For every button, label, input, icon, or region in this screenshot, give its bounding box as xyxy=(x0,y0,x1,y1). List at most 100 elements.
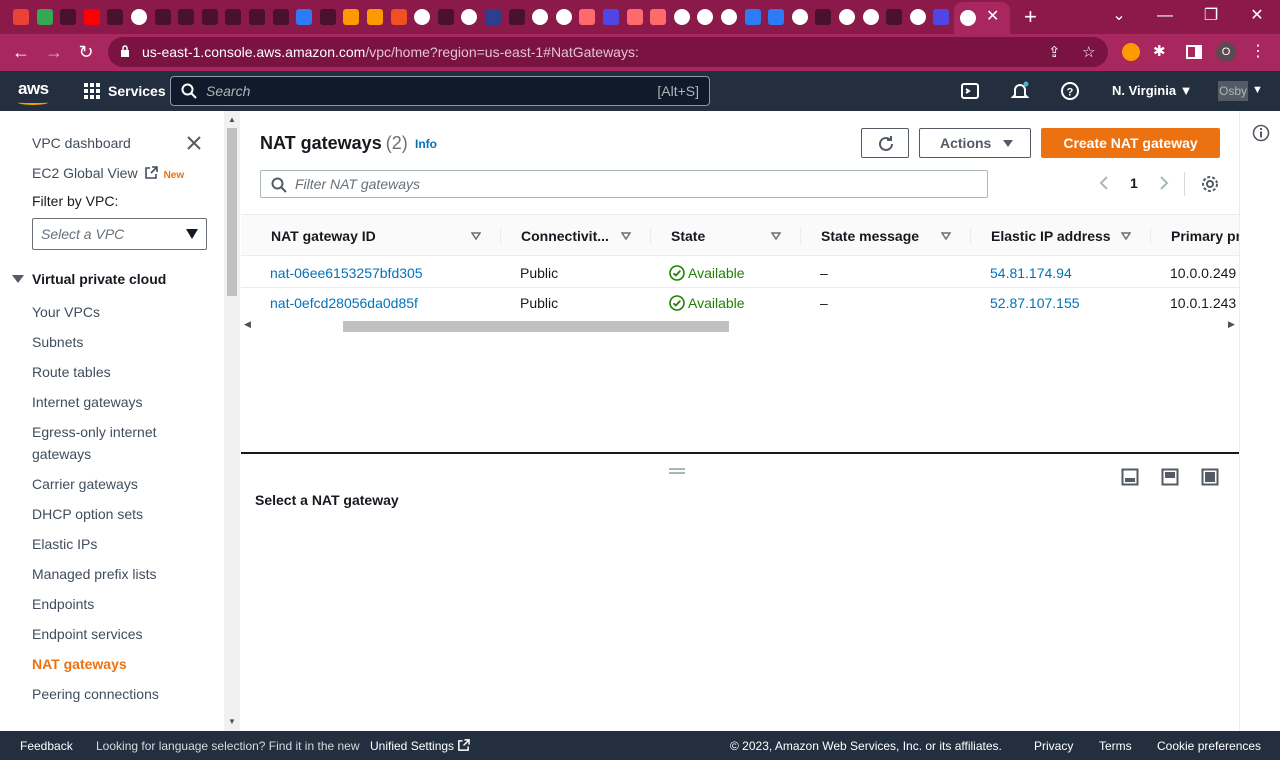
tab-favicon-icon[interactable] xyxy=(674,9,690,25)
scroll-up-icon[interactable]: ▲ xyxy=(228,115,236,124)
sort-caret-icon[interactable] xyxy=(1121,232,1131,240)
split-side-icon[interactable] xyxy=(1161,468,1179,486)
tab-favicon-icon[interactable] xyxy=(485,9,501,25)
sidebar-item-subnets[interactable]: Subnets xyxy=(32,331,83,353)
tab-favicon-icon[interactable] xyxy=(745,9,761,25)
section-virtual-private-cloud[interactable]: Virtual private cloud xyxy=(12,271,166,287)
tab-favicon-icon[interactable] xyxy=(603,9,619,25)
nat-gateway-id-link[interactable]: nat-0efcd28056da0d85f xyxy=(270,295,418,311)
tab-favicon-icon[interactable] xyxy=(13,9,29,25)
tab-favicon-icon[interactable] xyxy=(768,9,784,25)
sidebar-item-nat-gateways[interactable]: NAT gateways xyxy=(32,653,127,675)
extensions-puzzle-icon[interactable]: ✱ xyxy=(1153,42,1166,60)
split-bottom-icon[interactable] xyxy=(1121,468,1139,486)
window-close-icon[interactable]: ✕ xyxy=(1245,5,1269,27)
scroll-down-icon[interactable]: ▼ xyxy=(228,717,236,726)
back-icon[interactable]: ← xyxy=(10,41,32,63)
tab-favicon-icon[interactable] xyxy=(60,9,76,25)
sidebar-item-your-vpcs[interactable]: Your VPCs xyxy=(32,301,100,323)
tab-favicon-icon[interactable] xyxy=(815,9,831,25)
column-divider[interactable] xyxy=(1150,227,1151,245)
bookmark-star-icon[interactable]: ☆ xyxy=(1082,43,1095,61)
tab-favicon-icon[interactable] xyxy=(343,9,359,25)
tab-favicon-icon[interactable] xyxy=(579,9,595,25)
sort-caret-icon[interactable] xyxy=(941,232,951,240)
filter-input[interactable]: Filter NAT gateways xyxy=(260,170,988,198)
sidebar-item-ec2-global-view[interactable]: EC2 Global View New xyxy=(32,162,184,187)
tab-favicon-icon[interactable] xyxy=(438,9,454,25)
tab-favicon-icon[interactable] xyxy=(391,9,407,25)
tab-favicon-icon[interactable] xyxy=(627,9,643,25)
refresh-button[interactable] xyxy=(861,128,909,158)
split-panel-resize-handle[interactable] xyxy=(669,468,685,474)
tab-close-icon[interactable]: ✕ xyxy=(986,7,999,27)
column-header-state[interactable]: State xyxy=(671,228,705,244)
chevron-right-icon[interactable] xyxy=(1157,175,1171,191)
search-input[interactable]: Search [Alt+S] xyxy=(170,76,710,106)
tab-favicon-icon[interactable] xyxy=(863,9,879,25)
notifications-bell-icon[interactable] xyxy=(1010,81,1030,101)
terms-link[interactable]: Terms xyxy=(1099,739,1132,753)
tab-favicon-icon[interactable] xyxy=(414,9,430,25)
sidebar-item-endpoints[interactable]: Endpoints xyxy=(32,593,94,615)
cloudshell-icon[interactable] xyxy=(960,81,980,101)
close-icon[interactable] xyxy=(186,135,202,151)
chevron-left-icon[interactable] xyxy=(1097,175,1111,191)
sidebar-scroll-thumb[interactable] xyxy=(227,128,237,296)
tab-favicon-icon[interactable] xyxy=(249,9,265,25)
tab-favicon-icon[interactable] xyxy=(225,9,241,25)
tab-favicon-icon[interactable] xyxy=(155,9,171,25)
horizontal-scroll-thumb[interactable] xyxy=(343,321,729,332)
sort-caret-icon[interactable] xyxy=(771,232,781,240)
tab-favicon-icon[interactable] xyxy=(37,9,53,25)
browser-menu-icon[interactable]: ⋮ xyxy=(1250,42,1266,62)
region-selector[interactable]: N. Virginia ▼ xyxy=(1112,83,1193,98)
unified-settings-link[interactable]: Unified Settings xyxy=(370,739,470,753)
sidebar-item-route-tables[interactable]: Route tables xyxy=(32,361,111,383)
column-header-nat-gateway-id[interactable]: NAT gateway ID xyxy=(271,228,376,244)
sidebar-item-endpoint-services[interactable]: Endpoint services xyxy=(32,623,143,645)
cookie-preferences-link[interactable]: Cookie preferences xyxy=(1157,739,1261,753)
column-header-connectivity[interactable]: Connectivit... xyxy=(521,228,609,244)
sidebar-item-egress-only-line1[interactable]: Egress-only internet xyxy=(32,421,157,443)
tab-favicon-icon[interactable] xyxy=(273,9,289,25)
profile-avatar[interactable]: O xyxy=(1216,42,1236,62)
column-divider[interactable] xyxy=(500,227,501,245)
tab-favicon-icon[interactable] xyxy=(367,9,383,25)
info-link[interactable]: Info xyxy=(415,137,437,151)
scroll-right-icon[interactable]: ▶ xyxy=(1228,319,1235,330)
gear-icon[interactable] xyxy=(1201,175,1219,193)
column-header-state-message[interactable]: State message xyxy=(821,228,919,244)
tab-favicon-icon[interactable] xyxy=(84,9,100,25)
services-grid-icon[interactable] xyxy=(84,83,100,99)
sidebar-item-elastic-ips[interactable]: Elastic IPs xyxy=(32,533,97,555)
sidebar-item-peering-connections[interactable]: Peering connections xyxy=(32,683,159,705)
address-bar[interactable]: us-east-1.console.aws.amazon.com/vpc/hom… xyxy=(108,37,1108,67)
account-caret-icon[interactable]: ▼ xyxy=(1252,84,1263,96)
tab-favicon-icon[interactable] xyxy=(910,9,926,25)
tab-favicon-icon[interactable] xyxy=(461,9,477,25)
share-icon[interactable]: ⇪ xyxy=(1048,43,1061,61)
elastic-ip-link[interactable]: 54.81.174.94 xyxy=(990,265,1072,281)
services-menu[interactable]: Services xyxy=(108,83,166,99)
scroll-left-icon[interactable]: ◀ xyxy=(244,319,251,330)
tab-favicon-icon[interactable] xyxy=(296,9,312,25)
elastic-ip-link[interactable]: 52.87.107.155 xyxy=(990,295,1080,311)
create-nat-gateway-button[interactable]: Create NAT gateway xyxy=(1041,128,1220,158)
tab-favicon-icon[interactable] xyxy=(721,9,737,25)
tab-search-icon[interactable]: ⌄ xyxy=(1107,5,1131,27)
info-icon[interactable] xyxy=(1252,124,1270,142)
tab-favicon-icon[interactable] xyxy=(697,9,713,25)
split-maximize-icon[interactable] xyxy=(1201,468,1219,486)
actions-button[interactable]: Actions xyxy=(919,128,1031,158)
new-tab-button[interactable]: + xyxy=(1024,4,1037,30)
column-divider[interactable] xyxy=(970,227,971,245)
sidebar-item-vpc-dashboard[interactable]: VPC dashboard xyxy=(32,132,131,154)
column-divider[interactable] xyxy=(800,227,801,245)
forward-icon[interactable]: → xyxy=(43,41,65,63)
tab-favicon-icon[interactable] xyxy=(320,9,336,25)
tab-favicon-icon[interactable] xyxy=(107,9,123,25)
table-row[interactable]: nat-06ee6153257bfd305 Public Available –… xyxy=(241,258,1239,288)
sidebar-item-managed-prefix-lists[interactable]: Managed prefix lists xyxy=(32,563,157,585)
account-menu[interactable]: Osby xyxy=(1218,81,1248,101)
